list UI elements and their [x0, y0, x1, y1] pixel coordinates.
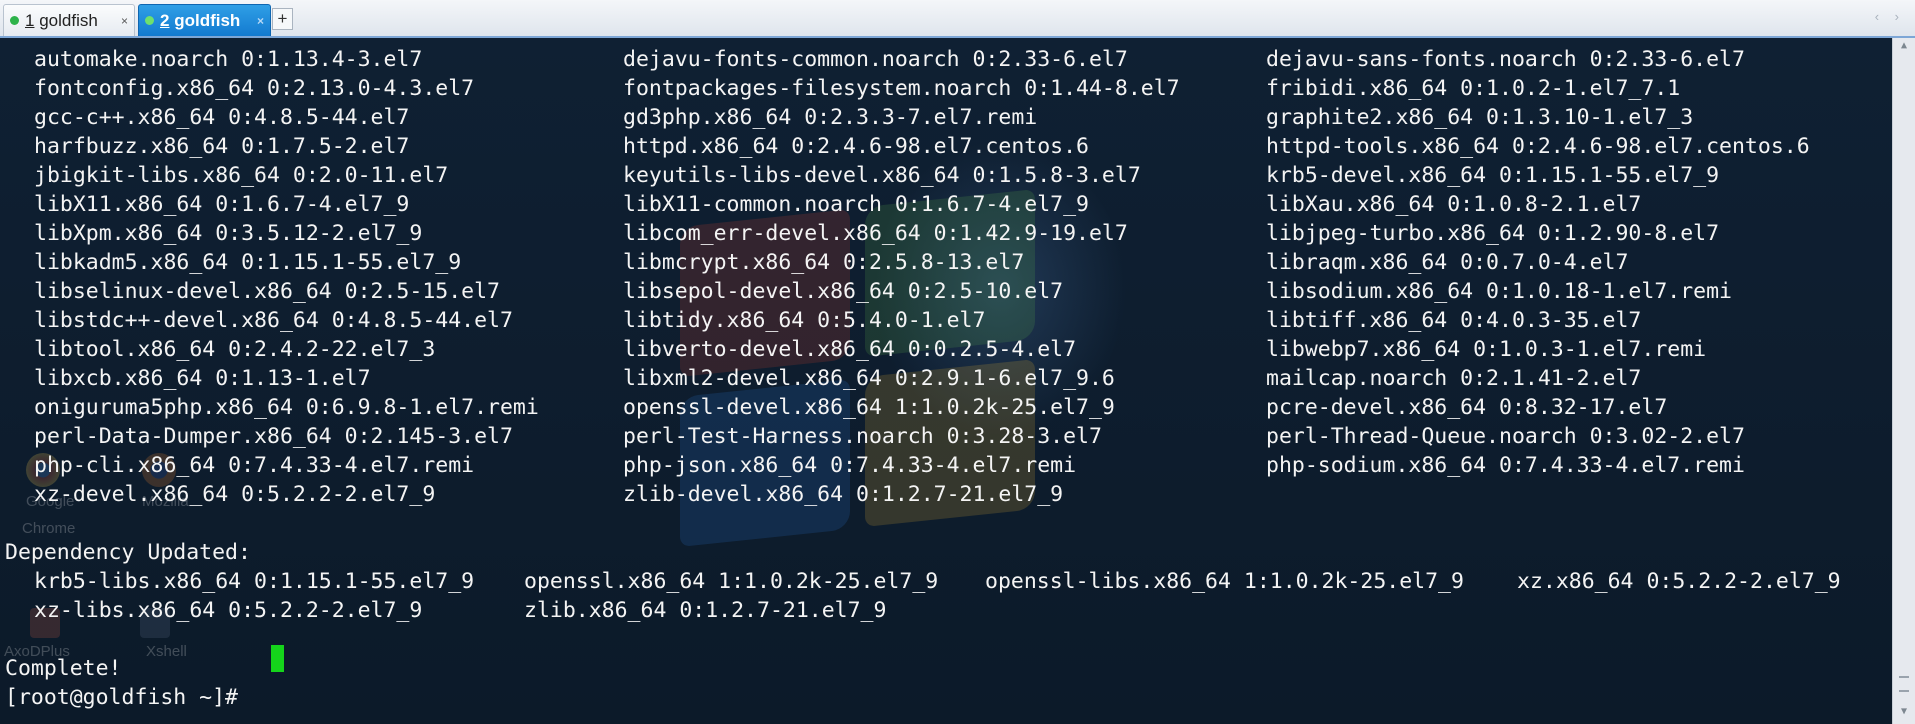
dependency-entry: xz-libs.x86_64 0:5.2.2-2.el7_9 [34, 598, 423, 623]
package-entry: libxcb.x86_64 0:1.13-1.el7 [34, 366, 371, 391]
package-entry: graphite2.x86_64 0:1.3.10-1.el7_3 [1266, 105, 1694, 130]
package-entry: openssl-devel.x86_64 1:1.0.2k-25.el7_9 [623, 395, 1115, 420]
package-entry: libtool.x86_64 0:2.4.2-22.el7_3 [34, 337, 436, 362]
package-entry: dejavu-fonts-common.noarch 0:2.33-6.el7 [623, 47, 1128, 72]
dependency-entry: zlib.x86_64 0:1.2.7-21.el7_9 [524, 598, 887, 623]
dependency-entry: openssl-libs.x86_64 1:1.0.2k-25.el7_9 [985, 569, 1464, 594]
package-entry: libsodium.x86_64 0:1.0.18-1.el7.remi [1266, 279, 1732, 304]
scroll-up-icon[interactable]: ▲ [1893, 40, 1915, 51]
package-entry: fontpackages-filesystem.noarch 0:1.44-8.… [623, 76, 1180, 101]
package-entry: php-json.x86_64 0:7.4.33-4.el7.remi [623, 453, 1077, 478]
package-entry: mailcap.noarch 0:2.1.41-2.el7 [1266, 366, 1642, 391]
tab-name: goldfish [39, 10, 98, 30]
package-entry: keyutils-libs-devel.x86_64 0:1.5.8-3.el7 [623, 163, 1141, 188]
tab-scroll-arrows-icon[interactable]: ‹ › [1875, 9, 1905, 24]
tab-name: goldfish [174, 10, 241, 30]
tab-goldfish-2[interactable]: 2 goldfish × [138, 4, 271, 36]
tab-goldfish-1[interactable]: 1 goldfish × [3, 4, 135, 36]
package-entry: perl-Test-Harness.noarch 0:3.28-3.el7 [623, 424, 1102, 449]
tab-index: 2 [160, 10, 170, 30]
package-entry: fontconfig.x86_64 0:2.13.0-4.3.el7 [34, 76, 475, 101]
connection-status-icon [145, 16, 154, 25]
package-entry: libtiff.x86_64 0:4.0.3-35.el7 [1266, 308, 1642, 333]
desktop-label: Xshell [146, 643, 187, 660]
package-entry: libkadm5.x86_64 0:1.15.1-55.el7_9 [34, 250, 462, 275]
scroll-thumb[interactable] [1899, 676, 1909, 692]
close-icon[interactable]: × [257, 14, 264, 28]
package-entry: perl-Data-Dumper.x86_64 0:2.145-3.el7 [34, 424, 513, 449]
dependency-header: Dependency Updated: [5, 540, 251, 565]
tab-bar: 1 goldfish × 2 goldfish × + ‹ › [0, 0, 1915, 38]
package-entry: dejavu-sans-fonts.noarch 0:2.33-6.el7 [1266, 47, 1745, 72]
package-entry: httpd.x86_64 0:2.4.6-98.el7.centos.6 [623, 134, 1089, 159]
dependency-entry: xz.x86_64 0:5.2.2-2.el7_9 [1517, 569, 1841, 594]
tab-index: 1 [25, 10, 35, 30]
package-entry: oniguruma5php.x86_64 0:6.9.8-1.el7.remi [34, 395, 539, 420]
shell-prompt: [root@goldfish ~]# [5, 685, 251, 710]
package-entry: libtidy.x86_64 0:5.4.0-1.el7 [623, 308, 986, 333]
package-entry: perl-Thread-Queue.noarch 0:3.02-2.el7 [1266, 424, 1745, 449]
package-entry: zlib-devel.x86_64 0:1.2.7-21.el7_9 [623, 482, 1064, 507]
package-entry: libX11.x86_64 0:1.6.7-4.el7_9 [34, 192, 410, 217]
package-entry: pcre-devel.x86_64 0:8.32-17.el7 [1266, 395, 1668, 420]
package-entry: xz-devel.x86_64 0:5.2.2-2.el7_9 [34, 482, 436, 507]
connection-status-icon [10, 16, 19, 25]
package-entry: harfbuzz.x86_64 0:1.7.5-2.el7 [34, 134, 410, 159]
package-entry: httpd-tools.x86_64 0:2.4.6-98.el7.centos… [1266, 134, 1810, 159]
package-entry: libraqm.x86_64 0:0.7.0-4.el7 [1266, 250, 1629, 275]
package-entry: libXpm.x86_64 0:3.5.12-2.el7_9 [34, 221, 423, 246]
package-entry: jbigkit-libs.x86_64 0:2.0-11.el7 [34, 163, 449, 188]
package-entry: libXau.x86_64 0:1.0.8-2.1.el7 [1266, 192, 1642, 217]
package-entry: fribidi.x86_64 0:1.0.2-1.el7_7.1 [1266, 76, 1681, 101]
complete-message: Complete! [5, 656, 122, 681]
package-entry: php-cli.x86_64 0:7.4.33-4.el7.remi [34, 453, 475, 478]
package-entry: gcc-c++.x86_64 0:4.8.5-44.el7 [34, 105, 410, 130]
package-entry: gd3php.x86_64 0:2.3.3-7.el7.remi [623, 105, 1038, 130]
vertical-scrollbar[interactable]: ▲ ▼ [1892, 38, 1915, 724]
desktop-label: Chrome [22, 520, 76, 537]
package-entry: libstdc++-devel.x86_64 0:4.8.5-44.el7 [34, 308, 513, 333]
package-entry: automake.noarch 0:1.13.4-3.el7 [34, 47, 423, 72]
close-icon[interactable]: × [121, 14, 128, 28]
new-tab-button[interactable]: + [272, 8, 293, 30]
scroll-down-icon[interactable]: ▼ [1893, 706, 1915, 717]
package-entry: libselinux-devel.x86_64 0:2.5-15.el7 [34, 279, 500, 304]
dependency-entry: krb5-libs.x86_64 0:1.15.1-55.el7_9 [34, 569, 475, 594]
package-entry: libmcrypt.x86_64 0:2.5.8-13.el7 [623, 250, 1025, 275]
package-entry: libjpeg-turbo.x86_64 0:1.2.90-8.el7 [1266, 221, 1720, 246]
package-entry: libX11-common.noarch 0:1.6.7-4.el7_9 [623, 192, 1089, 217]
package-entry: libxml2-devel.x86_64 0:2.9.1-6.el7_9.6 [623, 366, 1115, 391]
package-entry: krb5-devel.x86_64 0:1.15.1-55.el7_9 [1266, 163, 1720, 188]
dependency-entry: openssl.x86_64 1:1.0.2k-25.el7_9 [524, 569, 939, 594]
package-entry: libwebp7.x86_64 0:1.0.3-1.el7.remi [1266, 337, 1707, 362]
package-entry: libsepol-devel.x86_64 0:2.5-10.el7 [623, 279, 1064, 304]
package-entry: libverto-devel.x86_64 0:0.2.5-4.el7 [623, 337, 1077, 362]
terminal-output[interactable]: Google Chrome Mozilla AxoDPlus Xshell au… [0, 38, 1892, 724]
package-entry: libcom_err-devel.x86_64 0:1.42.9-19.el7 [623, 221, 1128, 246]
terminal-cursor [271, 645, 284, 672]
package-entry: php-sodium.x86_64 0:7.4.33-4.el7.remi [1266, 453, 1745, 478]
